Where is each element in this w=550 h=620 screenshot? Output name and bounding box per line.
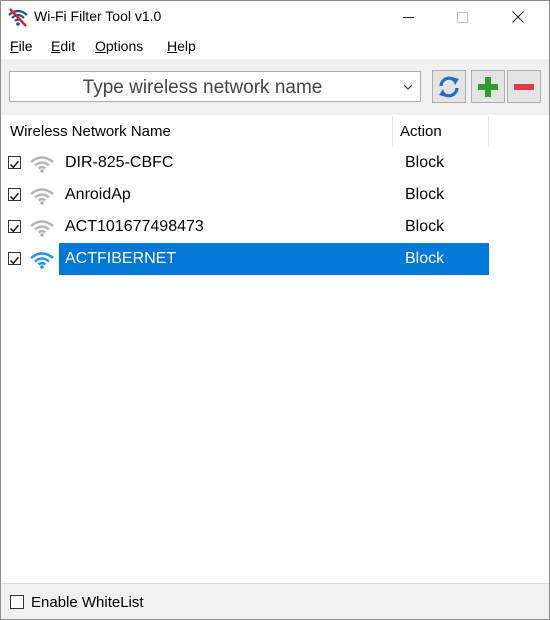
column-network-name[interactable]: Wireless Network Name	[10, 123, 171, 140]
toolbar: Type wireless network name	[1, 59, 549, 115]
menu-options[interactable]: Options	[95, 38, 143, 54]
network-name-placeholder: Type wireless network name	[82, 77, 323, 98]
checkmark-icon	[9, 160, 20, 169]
menu-edit-label: dit	[60, 38, 76, 54]
network-action: Block	[405, 218, 445, 235]
network-name-combo[interactable]: Type wireless network name	[9, 71, 421, 102]
row-checkbox[interactable]	[8, 156, 21, 169]
whitelist-checkbox[interactable]	[10, 595, 24, 609]
row-checkbox[interactable]	[8, 252, 21, 265]
refresh-button[interactable]	[432, 70, 466, 103]
network-name: AnroidAp	[65, 186, 131, 203]
row-checkbox[interactable]	[8, 188, 21, 201]
menu-file-accel: F	[10, 38, 19, 54]
close-icon	[512, 11, 524, 23]
checkmark-icon	[9, 192, 20, 201]
maximize-button[interactable]	[439, 1, 485, 33]
column-divider[interactable]	[392, 116, 393, 146]
list-item[interactable]: ACT101677498473 Block	[1, 211, 549, 243]
status-bar: Enable WhiteList	[1, 583, 549, 619]
close-button[interactable]	[495, 1, 541, 33]
plus-icon	[478, 76, 498, 97]
menu-bar: File Edit Options Help	[1, 34, 549, 58]
network-name: ACTFIBERNET	[65, 250, 177, 267]
whitelist-label[interactable]: Enable WhiteList	[31, 594, 144, 611]
row-checkbox[interactable]	[8, 220, 21, 233]
column-divider[interactable]	[488, 116, 489, 146]
menu-edit[interactable]: Edit	[51, 38, 75, 54]
network-action: Block	[405, 154, 445, 171]
network-action: Block	[405, 186, 445, 203]
list-item[interactable]: DIR-825-CBFC Block	[1, 147, 549, 179]
column-action[interactable]: Action	[400, 123, 442, 140]
minimize-icon	[402, 16, 414, 18]
menu-edit-accel: E	[51, 38, 61, 54]
wifi-signal-icon	[30, 220, 54, 237]
menu-help-label: elp	[177, 38, 196, 54]
network-name: DIR-825-CBFC	[65, 154, 174, 171]
maximize-icon	[456, 11, 468, 23]
list-item[interactable]: ACTFIBERNET Block	[1, 243, 549, 275]
wifi-signal-icon	[30, 156, 54, 173]
wifi-signal-icon	[30, 252, 54, 269]
menu-help-accel: H	[167, 38, 178, 54]
checkmark-icon	[9, 224, 20, 233]
menu-help[interactable]: Help	[167, 38, 196, 54]
refresh-icon	[439, 76, 459, 97]
menu-file-label: ile	[18, 38, 33, 54]
minus-icon	[514, 83, 534, 90]
checkmark-icon	[9, 256, 20, 265]
window-title: Wi-Fi Filter Tool v1.0	[34, 8, 162, 24]
minimize-button[interactable]	[385, 1, 431, 33]
list-item[interactable]: AnroidAp Block	[1, 179, 549, 211]
chevron-down-icon[interactable]	[402, 81, 414, 93]
title-bar: Wi-Fi Filter Tool v1.0	[1, 1, 549, 33]
app-window: Wi-Fi Filter Tool v1.0 File Edit Options…	[0, 0, 550, 620]
network-action: Block	[405, 250, 445, 267]
menu-options-label: ptions	[105, 38, 144, 54]
wifi-filter-app-icon	[8, 8, 28, 27]
list-header: Wireless Network Name Action	[1, 116, 549, 146]
remove-network-button[interactable]	[507, 70, 541, 103]
add-network-button[interactable]	[471, 70, 505, 103]
wifi-signal-icon	[30, 188, 54, 205]
menu-file[interactable]: File	[10, 38, 33, 54]
network-name: ACT101677498473	[65, 218, 204, 235]
menu-options-accel: O	[95, 38, 106, 54]
